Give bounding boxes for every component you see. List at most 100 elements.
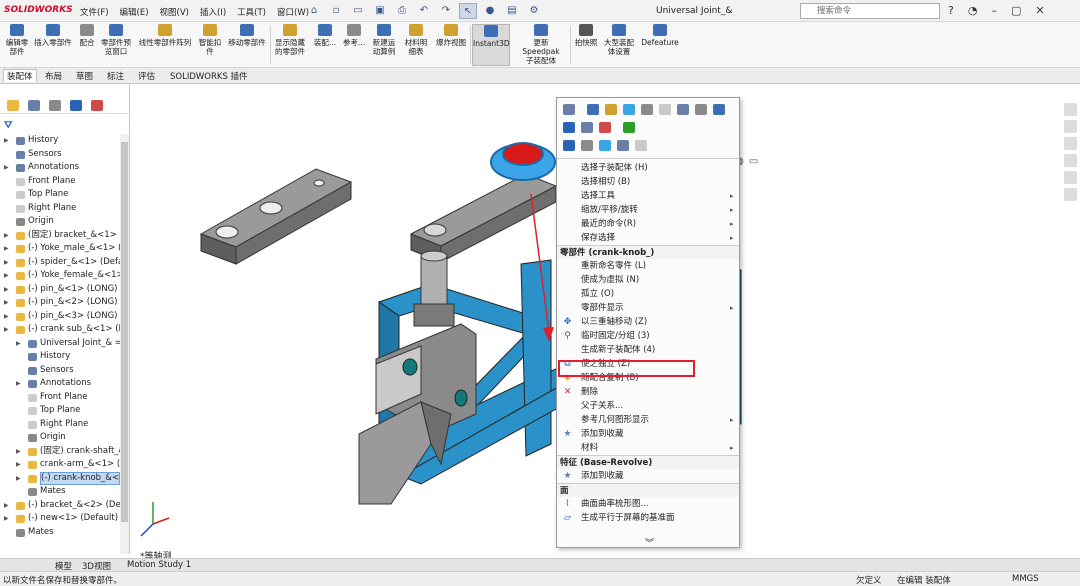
tab-layout[interactable]: 布局 (45, 70, 62, 82)
sketch-icon[interactable] (581, 122, 593, 133)
menu-item[interactable]: 选择工具 ▸ (557, 189, 739, 203)
menu-item[interactable]: 生成新子装配体 (4) (557, 343, 739, 357)
tree-item[interactable]: Top Plane (0, 188, 122, 202)
ribbon-button-15[interactable]: 拍快照 (572, 24, 600, 66)
properties-icon[interactable] (713, 104, 725, 115)
print-icon[interactable]: ⎙ (393, 3, 411, 19)
expand-arrow-icon[interactable]: ▶ (4, 323, 9, 337)
expand-arrow-icon[interactable]: ▶ (4, 229, 9, 243)
tree-item[interactable]: ▶ (固定) bracket_&<1> ( (0, 229, 122, 243)
menu-item[interactable]: ✕ 删除 (557, 385, 739, 399)
menu-item[interactable]: 重新命名零件 (L) (557, 259, 739, 273)
tree-item[interactable]: Front Plane (0, 175, 122, 189)
options-icon[interactable]: ⚙ (525, 3, 543, 19)
menu-file[interactable]: 文件(F) (80, 6, 109, 18)
appearances-icon[interactable] (1064, 171, 1077, 184)
redo-icon[interactable]: ↷ (437, 3, 455, 19)
menu-view[interactable]: 视图(V) (160, 6, 189, 18)
tree-item[interactable]: ▶ History (0, 134, 122, 148)
menu-insert[interactable]: 插入(I) (200, 6, 226, 18)
menu-item[interactable]: 参考几何图形显示 ▸ (557, 413, 739, 427)
filter-icon[interactable]: ⛛ (4, 120, 12, 131)
menu-edit[interactable]: 编辑(E) (120, 6, 149, 18)
expand-arrow-icon[interactable]: ▶ (4, 283, 9, 297)
expand-arrow-icon[interactable]: ▶ (4, 134, 9, 148)
tree-item[interactable]: ▶ Annotations (0, 161, 122, 175)
tab-motion-study-1[interactable]: Motion Study 1 (127, 560, 191, 570)
tree-item[interactable]: ▶ crank-arm_&<1> ( (0, 458, 122, 472)
ribbon-button-3[interactable]: 零部件预 览窗口 (98, 24, 134, 66)
suppress-icon[interactable] (677, 104, 689, 115)
undo-icon[interactable]: ↶ (415, 3, 433, 19)
rebuild-part-icon[interactable] (605, 104, 617, 115)
status-units[interactable]: MMGS (1012, 574, 1039, 584)
comment-icon[interactable] (635, 140, 647, 151)
ribbon-button-17[interactable]: Defeature (640, 24, 680, 66)
menu-item[interactable]: 孤立 (O) (557, 287, 739, 301)
new-file-icon[interactable]: ▫ (327, 3, 345, 19)
menu-item[interactable]: ★ 添加到收藏 (557, 469, 739, 483)
tree-item[interactable]: ▶ (-) new<1> (Default) < (0, 512, 122, 526)
expand-arrow-icon[interactable]: ▶ (4, 269, 9, 283)
tree-item[interactable]: Sensors (0, 364, 122, 378)
ribbon-button-10[interactable]: 新建运 动算例 (370, 24, 398, 66)
search-input[interactable]: 搜索命令 (800, 3, 940, 19)
ribbon-button-12[interactable]: 爆炸视图 (434, 24, 468, 66)
expand-arrow-icon[interactable]: ▶ (16, 445, 21, 459)
ribbon-button-1[interactable]: 插入零部件 (32, 24, 74, 66)
tree-scrollbar[interactable] (120, 134, 129, 554)
custom-properties-icon[interactable] (1064, 188, 1077, 201)
menu-item[interactable]: ▱ 生成平行于屏幕的基准面 (557, 511, 739, 525)
tree-item[interactable]: Origin (0, 215, 122, 229)
tab-markup[interactable]: 标注 (107, 70, 124, 82)
maximize-icon[interactable]: ▢ (1011, 4, 1021, 17)
tree-item[interactable]: ▶ (-) spider_&<1> (Defa (0, 256, 122, 270)
expand-arrow-icon[interactable]: ▶ (16, 472, 21, 486)
tab-sketch[interactable]: 草图 (76, 70, 93, 82)
select-cursor-icon[interactable]: ↖ (459, 3, 477, 19)
transparency-icon[interactable] (659, 104, 671, 115)
tree-item[interactable]: ▶ Annotations (0, 377, 122, 391)
open-file-icon[interactable]: ▭ (349, 3, 367, 19)
measure-icon[interactable] (599, 140, 611, 151)
ribbon-button-14[interactable]: 更新 Speedpak 子装配体 (514, 24, 568, 66)
tree-item[interactable]: Origin (0, 431, 122, 445)
expand-arrow-icon[interactable]: ▶ (16, 377, 21, 391)
menu-item[interactable]: 选择子装配体 (H) (557, 161, 739, 175)
tree-item[interactable]: ▶ (-) Yoke_male_&<1> ( (0, 242, 122, 256)
expand-arrow-icon[interactable]: ▶ (4, 161, 9, 175)
property-manager-tab-icon[interactable] (28, 100, 40, 111)
configuration-tab-icon[interactable] (49, 100, 61, 111)
tree-item[interactable]: ▶ (固定) crank-shaft_& (0, 445, 122, 459)
isolate-icon[interactable] (563, 122, 575, 133)
file-explorer-icon[interactable] (1064, 137, 1077, 150)
display-manager-tab-icon[interactable] (91, 100, 103, 111)
menu-item[interactable]: ⚲ 临时固定/分组 (3) (557, 329, 739, 343)
expand-arrow-icon[interactable]: ▶ (4, 499, 9, 513)
menu-item[interactable]: 零部件显示 ▸ (557, 301, 739, 315)
tree-item[interactable]: Top Plane (0, 404, 122, 418)
tree-item[interactable]: Mates (0, 485, 122, 499)
ribbon-button-9[interactable]: 参考... (340, 24, 368, 66)
solidworks-resources-icon[interactable] (1064, 103, 1077, 116)
tree-item[interactable]: Front Plane (0, 391, 122, 405)
menu-item[interactable]: ✥ 以三重轴移动 (Z) (557, 315, 739, 329)
save-icon[interactable]: ▣ (371, 3, 389, 19)
help-icon[interactable]: ? (948, 4, 954, 17)
scrollbar-thumb[interactable] (121, 142, 128, 522)
ribbon-button-6[interactable]: 移动零部件 (226, 24, 268, 66)
tree-item[interactable]: Sensors (0, 148, 122, 162)
tab-assembly[interactable]: 装配体 (3, 69, 37, 82)
design-library-icon[interactable] (1064, 120, 1077, 133)
expand-arrow-icon[interactable]: ▶ (4, 256, 9, 270)
ribbon-button-8[interactable]: 装配... (312, 24, 338, 66)
ribbon-button-2[interactable]: 配合 (77, 24, 97, 66)
zoom-selection-icon[interactable] (581, 140, 593, 151)
expand-arrow-icon[interactable]: ▶ (16, 458, 21, 472)
menu-item[interactable]: 保存选择 ▸ (557, 231, 739, 245)
expand-arrow-icon[interactable]: ▶ (4, 310, 9, 324)
appearance-edit-icon[interactable] (599, 122, 611, 133)
dimxpert-tab-icon[interactable] (70, 100, 82, 111)
menu-item[interactable]: 父子关系... (557, 399, 739, 413)
feature-tree-tab-icon[interactable] (7, 100, 19, 111)
